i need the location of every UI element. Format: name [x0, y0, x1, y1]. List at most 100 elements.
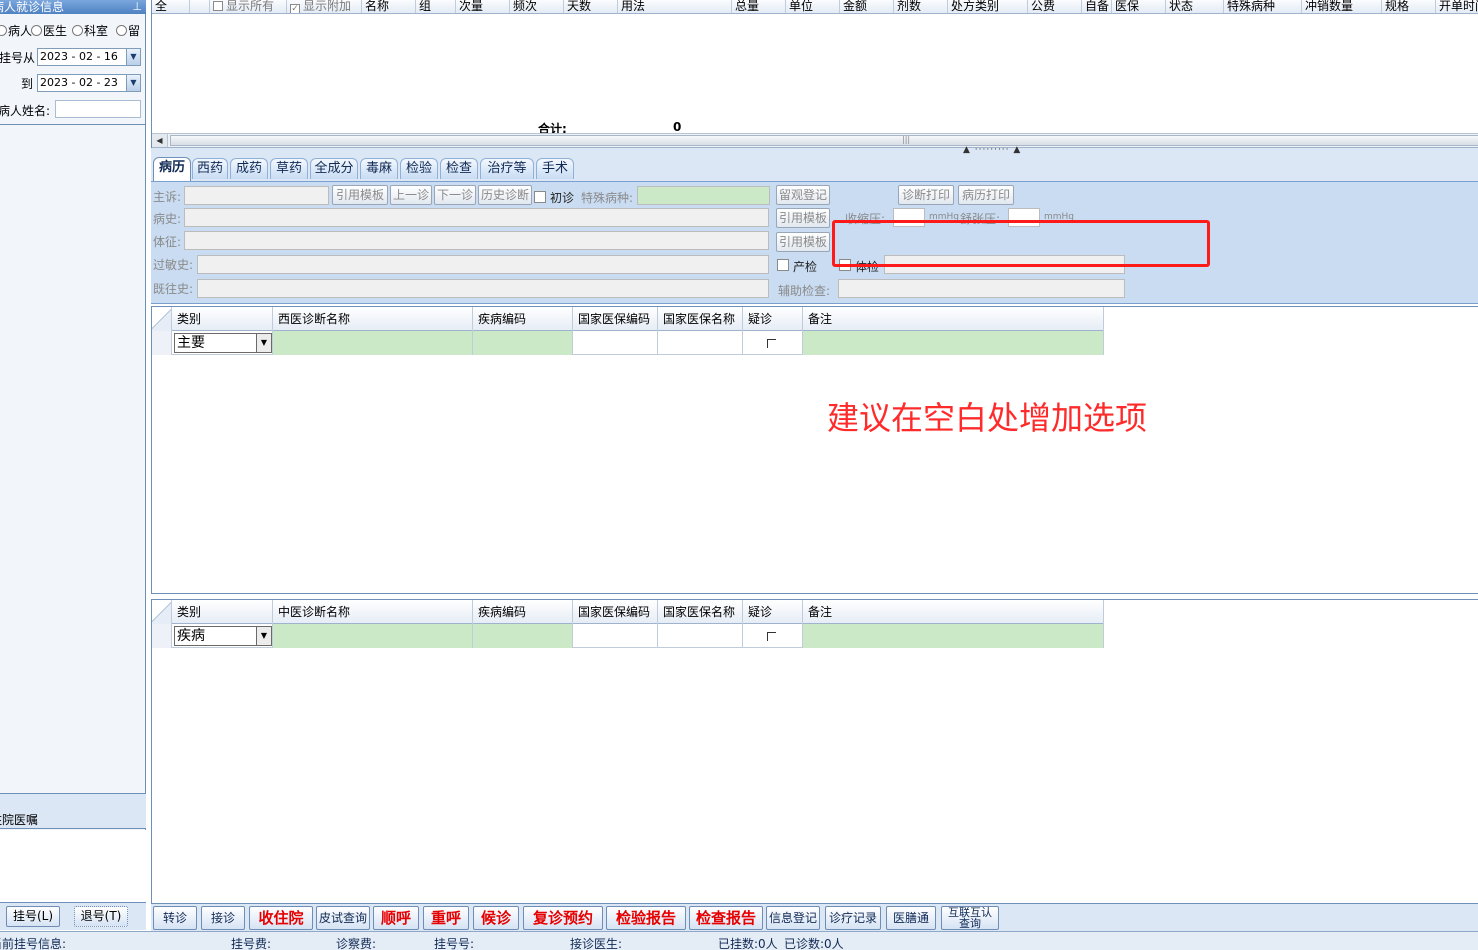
patient-name-input[interactable] — [55, 100, 141, 118]
col-rx-type[interactable]: 处方类别 — [948, 0, 1028, 13]
tab-examination[interactable]: 检查 — [440, 158, 478, 179]
tab-lab-test[interactable]: 检验 — [400, 158, 438, 179]
horizontal-scrollbar[interactable]: ◀ ||| — [152, 133, 1478, 148]
radio-department-icon[interactable] — [72, 25, 83, 36]
checkbox-icon[interactable] — [767, 339, 776, 348]
col-disease-code[interactable]: 疾病编码 — [473, 307, 573, 331]
col-status[interactable]: 状态 — [1166, 0, 1224, 13]
aux-exam-input[interactable] — [838, 279, 1125, 298]
waiting-button[interactable]: 候诊 — [473, 906, 519, 930]
col-usage[interactable]: 用法 — [618, 0, 732, 13]
col-category[interactable]: 类别 — [172, 307, 273, 331]
special-disease-input[interactable] — [637, 186, 770, 205]
radio-doctor[interactable]: 医生 — [31, 22, 69, 39]
history-input[interactable] — [184, 208, 769, 227]
register-button[interactable]: 挂号(L) — [6, 906, 60, 927]
chevron-down-icon[interactable]: ▼ — [126, 75, 140, 91]
prev-visit-button[interactable]: 上一诊 — [390, 185, 432, 205]
first-visit-checkbox[interactable] — [534, 191, 546, 203]
tab-western-medicine[interactable]: 西药 — [192, 158, 228, 179]
template-button-2[interactable]: 引用模板 — [776, 208, 830, 228]
col-spec[interactable]: 规格 — [1382, 0, 1436, 13]
disease-code-cell[interactable] — [473, 624, 573, 648]
col-disease-code[interactable]: 疾病编码 — [473, 600, 573, 624]
col-days[interactable]: 天数 — [564, 0, 618, 13]
show-extra-checkbox[interactable]: ✓ 显示附加 — [287, 0, 362, 13]
tab-narcotics[interactable]: 毒麻 — [360, 158, 398, 179]
observation-register-button[interactable]: 留观登记 — [776, 185, 830, 205]
col-suspected[interactable]: 疑诊 — [743, 307, 803, 331]
visit-records-button[interactable]: 诊疗记录 — [825, 906, 881, 930]
diet-service-button[interactable]: 医膳通 — [886, 906, 936, 930]
suspected-cell[interactable] — [743, 624, 803, 648]
insurance-name-cell[interactable] — [658, 624, 743, 648]
call-next-button[interactable]: 顺呼 — [373, 906, 419, 930]
col-group[interactable]: 组 — [416, 0, 456, 13]
tcm-diag-name-cell[interactable] — [273, 624, 473, 648]
category-select[interactable]: 疾病 ▼ — [174, 626, 272, 646]
insurance-code-cell[interactable] — [573, 331, 658, 355]
col-insurance-code[interactable]: 国家医保编码 — [573, 600, 658, 624]
radio-doctor-icon[interactable] — [31, 25, 42, 36]
scrollbar-thumb[interactable] — [170, 135, 1478, 146]
col-frequency[interactable]: 频次 — [510, 0, 564, 13]
grid-corner-icon[interactable] — [152, 307, 172, 331]
col-amount[interactable]: 金额 — [840, 0, 894, 13]
tab-surgery[interactable]: 手术 — [536, 158, 574, 179]
insurance-code-cell[interactable] — [573, 624, 658, 648]
col-insurance[interactable]: 医保 — [1112, 0, 1166, 13]
recall-button[interactable]: 重呼 — [423, 906, 469, 930]
date-from-picker[interactable]: 2023 - 02 - 16 ▼ — [37, 48, 141, 66]
tab-full-ingredients[interactable]: 全成分 — [310, 158, 358, 179]
col-dose[interactable]: 次量 — [456, 0, 510, 13]
transfer-button[interactable]: 转诊 — [153, 906, 197, 930]
col-suspected[interactable]: 疑诊 — [743, 600, 803, 624]
tab-herbal-medicine[interactable]: 草药 — [270, 158, 308, 179]
template-button-1[interactable]: 引用模板 — [332, 185, 388, 205]
follow-up-appointment-button[interactable]: 复诊预约 — [523, 906, 603, 930]
radio-patient[interactable]: 病人 — [0, 22, 34, 39]
radio-department[interactable]: 科室 — [72, 22, 110, 39]
mutual-recognition-query-button[interactable]: 互联互认 查询 — [941, 906, 999, 930]
date-to-picker[interactable]: 2023 - 02 - 23 ▼ — [37, 74, 141, 92]
category-select[interactable]: 主要 ▼ — [174, 333, 272, 353]
col-remarks[interactable]: 备注 — [803, 307, 1104, 331]
info-register-button[interactable]: 信息登记 — [766, 906, 820, 930]
splitter-grip-icon[interactable]: ▲ ········· ▲ — [963, 145, 1021, 155]
admit-button[interactable]: 收住院 — [249, 906, 313, 930]
col-unit[interactable]: 单位 — [786, 0, 840, 13]
chevron-down-icon[interactable]: ▼ — [256, 627, 271, 645]
checkmark-icon[interactable]: ✓ — [290, 4, 300, 13]
lab-report-button[interactable]: 检验报告 — [606, 906, 686, 930]
category-cell[interactable]: 疾病 ▼ — [172, 624, 273, 648]
disease-code-cell[interactable] — [473, 331, 573, 355]
col-self-prepared[interactable]: 自备 — [1082, 0, 1112, 13]
chevron-down-icon[interactable]: ▼ — [256, 334, 271, 352]
insurance-name-cell[interactable] — [658, 331, 743, 355]
col-name[interactable]: 名称 — [362, 0, 416, 13]
col-insurance-name[interactable]: 国家医保名称 — [658, 307, 743, 331]
past-history-input[interactable] — [197, 279, 769, 298]
checkbox-icon[interactable] — [213, 1, 223, 11]
chief-complaint-input[interactable] — [184, 186, 329, 205]
col-tcm-diag-name[interactable]: 中医诊断名称 — [273, 600, 473, 624]
col-special-disease[interactable]: 特殊病种 — [1224, 0, 1302, 13]
skin-test-query-button[interactable]: 皮试查询 — [316, 906, 370, 930]
chevron-down-icon[interactable]: ▼ — [126, 49, 140, 65]
col-category[interactable]: 类别 — [172, 600, 273, 624]
col-writeoff-qty[interactable]: 冲销数量 — [1302, 0, 1382, 13]
template-button-3[interactable]: 引用模板 — [776, 232, 830, 252]
col-doses[interactable]: 剂数 — [894, 0, 948, 13]
pin-icon[interactable]: ⊥ — [132, 0, 142, 14]
grid-corner-icon[interactable] — [152, 600, 172, 624]
unregister-button[interactable]: 退号(T) — [74, 906, 128, 927]
col-western-diag-name[interactable]: 西医诊断名称 — [273, 307, 473, 331]
col-order-time[interactable]: 开单时间 — [1436, 0, 1478, 13]
tab-treatment[interactable]: 治疗等 — [480, 158, 534, 179]
signs-input[interactable] — [184, 231, 769, 250]
remarks-cell[interactable] — [803, 331, 1104, 355]
next-visit-button[interactable]: 下一诊 — [434, 185, 476, 205]
col-total[interactable]: 总量 — [732, 0, 786, 13]
scroll-left-icon[interactable]: ◀ — [152, 134, 168, 147]
radio-observe[interactable]: 留 — [116, 22, 142, 39]
